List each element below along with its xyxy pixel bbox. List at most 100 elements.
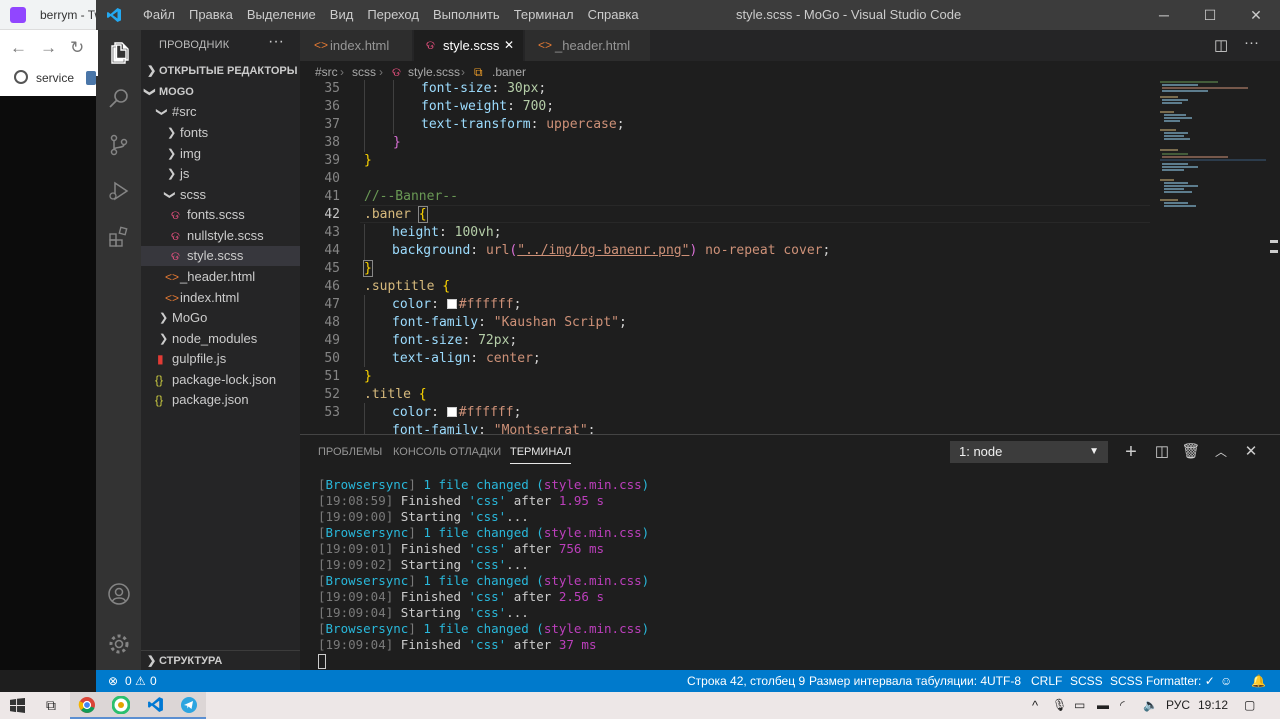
browser-tab[interactable]: berrym - Tw [0,0,103,30]
formatter[interactable]: SCSS Formatter: ✓ [1110,670,1215,692]
tab-terminal[interactable]: ТЕРМИНАЛ [510,446,572,464]
terminal-select[interactable]: 1: node ▼ [950,441,1108,463]
menu-file[interactable]: Файл [136,0,182,30]
warning-icon[interactable]: ⚠ [135,670,146,692]
feedback-icon[interactable]: ☺ [1220,670,1232,692]
language-mode[interactable]: SCSS [1070,670,1103,692]
notifications-icon[interactable]: ▢ [1244,692,1255,719]
open-editors-section[interactable]: ❯ ОТКРЫТЫЕ РЕДАКТОРЫ [141,61,300,81]
clock[interactable]: 19:12 [1198,692,1228,719]
reload-icon[interactable]: ↻ [70,38,84,58]
indentation[interactable]: Размер интервала табуляции: 4 [809,670,987,692]
battery-icon[interactable]: ▬ [1097,692,1109,719]
back-icon[interactable]: ← [10,38,27,58]
maximize-icon[interactable]: ☐ [1187,0,1233,30]
search-icon[interactable] [96,76,141,122]
trash-icon[interactable]: 🗑 [1180,441,1202,463]
desktop-background [0,96,96,670]
split-terminal-icon[interactable]: ◫ [1151,441,1173,463]
extensions-icon[interactable] [96,214,141,260]
cursor-position[interactable]: Строка 42, столбец 9 [687,670,805,692]
notification-bell-icon[interactable]: 🔔 [1251,670,1266,692]
close-tab-icon[interactable]: ✕ [504,30,514,61]
menu-go[interactable]: Переход [360,0,426,30]
wifi-icon[interactable]: ◜ [1120,692,1125,719]
menu-edit[interactable]: Правка [182,0,240,30]
explorer-icon[interactable] [96,30,141,76]
line-number: 38 [324,135,340,150]
menu-selection[interactable]: Выделение [240,0,323,30]
encoding[interactable]: UTF-8 [987,670,1021,692]
terminal-line: [Browsersync] 1 file changed (style.min.… [318,573,650,588]
menu-view[interactable]: Вид [323,0,361,30]
run-debug-icon[interactable] [96,168,141,214]
tab-problems[interactable]: ПРОБЛЕМЫ [318,446,382,458]
minimize-icon[interactable]: ─ [1141,0,1187,30]
tab-style-scss[interactable]: ଡ style.scss ✕ [414,30,524,61]
split-editor-icon[interactable]: ◫ [1214,36,1228,54]
folder-mogo[interactable]: ❯ MoGo [141,308,300,328]
telegram-icon[interactable] [172,692,206,719]
windows-start-icon[interactable] [0,692,34,719]
source-control-icon[interactable] [96,122,141,168]
outline-section[interactable]: ❯ СТРУКТУРА [141,650,300,670]
folder-fonts[interactable]: ❯ fonts [141,123,300,143]
file-style-scss[interactable]: ଡ style.scss [141,246,300,266]
chevron-up-icon[interactable]: ︿ [1210,441,1232,463]
more-actions-icon[interactable]: ··· [268,33,284,51]
error-count[interactable]: 0 [125,670,132,692]
bookmark-service[interactable]: service [0,68,96,88]
vscode-taskbar-icon[interactable] [138,692,172,719]
menu-help[interactable]: Справка [581,0,646,30]
folder-node-modules[interactable]: ❯ node_modules [141,329,300,349]
task-view-icon[interactable]: ⧉ [34,692,68,719]
folder-img[interactable]: ❯ img [141,144,300,164]
chevron-right-icon: ❯ [147,655,157,667]
sass-file-icon: ଡ [171,229,180,243]
minimap[interactable] [1158,80,1266,434]
tab-header-html[interactable]: <> _header.html [525,30,651,61]
chevron-up-icon[interactable]: ^ [1032,692,1038,719]
input-language[interactable]: РУС [1166,692,1190,719]
line-ending[interactable]: CRLF [1031,670,1062,692]
warning-count[interactable]: 0 [150,670,157,692]
file-package-json[interactable]: {} package.json [141,390,300,410]
forward-icon[interactable]: → [40,38,57,58]
folder-scss[interactable]: ❯ scss [141,185,300,205]
volume-icon[interactable]: 🔈 [1143,692,1158,719]
code-line: font-family: "Montserrat"; [392,423,596,434]
menu-run[interactable]: Выполнить [426,0,507,30]
chrome-icon[interactable] [70,692,104,719]
folder-src[interactable]: ❯ #src [141,102,300,122]
more-actions-icon[interactable]: ··· [1244,34,1259,51]
file-header-html[interactable]: <> _header.html [141,267,300,287]
new-terminal-icon[interactable]: + [1120,441,1142,463]
color-swatch[interactable] [446,299,457,309]
file-nullstyle-scss[interactable]: ଡ nullstyle.scss [141,226,300,246]
file-index-html[interactable]: <> index.html [141,288,300,308]
settings-gear-icon[interactable] [96,621,141,667]
browser-icon[interactable] [104,692,138,719]
file-gulpfile-js[interactable]: ▮ gulpfile.js [141,349,300,369]
close-panel-icon[interactable]: ✕ [1240,441,1262,463]
workspace-root[interactable]: ❯ MOGO [141,82,300,102]
microphone-icon[interactable]: 🎙 [1052,692,1067,719]
terminal-line: [19:09:04] Starting 'css'... [318,605,529,620]
account-icon[interactable] [96,571,141,617]
code-line: color: #ffffff; [392,297,522,312]
folder-js[interactable]: ❯ js [141,164,300,184]
menu-terminal[interactable]: Терминал [507,0,581,30]
color-swatch[interactable] [446,407,457,417]
vertical-scrollbar[interactable] [1266,80,1280,434]
vk-icon[interactable] [86,71,96,85]
tab-debug-console[interactable]: КОНСОЛЬ ОТЛАДКИ [393,446,501,458]
file-package-lock-json[interactable]: {} package-lock.json [141,370,300,390]
gulp-file-icon: ▮ [157,352,164,366]
sass-file-icon: ଡ [426,38,435,52]
tab-index-html[interactable]: <> index.html [300,30,413,61]
error-icon[interactable]: ⊗ [108,670,118,692]
file-fonts-scss[interactable]: ଡ fonts.scss [141,205,300,225]
close-window-icon[interactable]: ✕ [1233,0,1279,30]
device-icon[interactable]: ▭ [1074,692,1085,719]
code-editor[interactable]: 35 36 37 38 39 40 41 42 43 44 45 46 47 4… [300,80,1158,434]
